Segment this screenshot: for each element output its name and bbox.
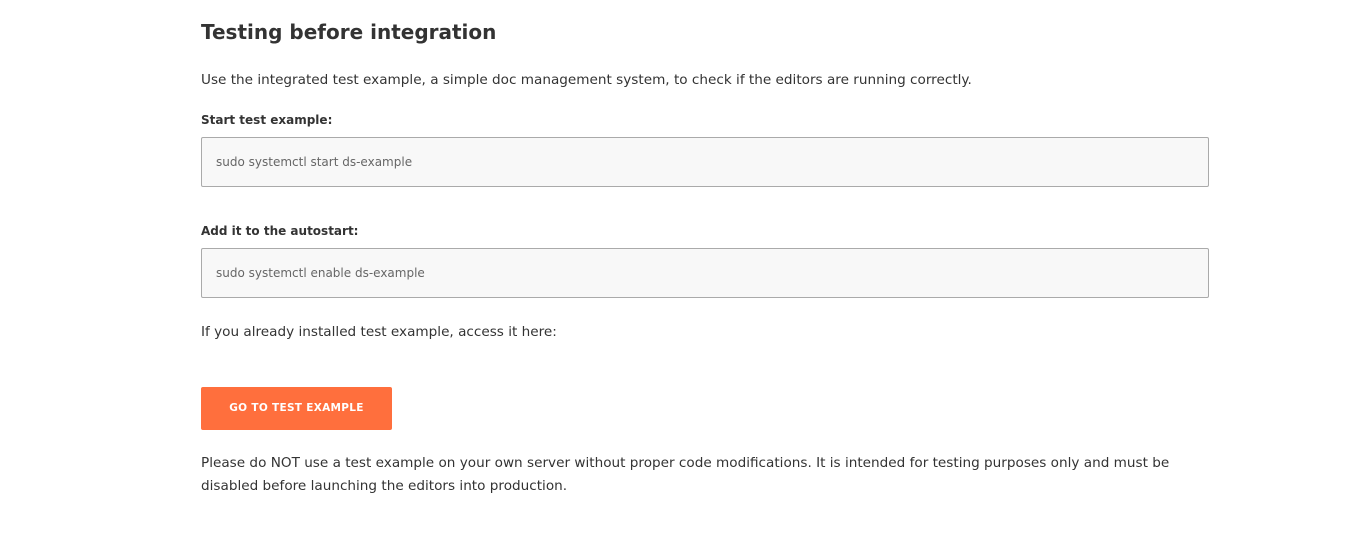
warning-text: Please do NOT use a test example on your… bbox=[201, 455, 1170, 494]
section-title: Testing before integration bbox=[201, 20, 497, 44]
section-intro: Use the integrated test example, a simpl… bbox=[201, 72, 972, 88]
autostart-command-box[interactable]: sudo systemctl enable ds-example bbox=[201, 248, 1209, 298]
access-text: If you already installed test example, a… bbox=[201, 324, 557, 340]
start-command-box[interactable]: sudo systemctl start ds-example bbox=[201, 137, 1209, 187]
autostart-label: Add it to the autostart: bbox=[201, 224, 359, 238]
start-test-label: Start test example: bbox=[201, 113, 333, 127]
go-to-test-example-button[interactable]: GO TO TEST EXAMPLE bbox=[201, 387, 392, 430]
